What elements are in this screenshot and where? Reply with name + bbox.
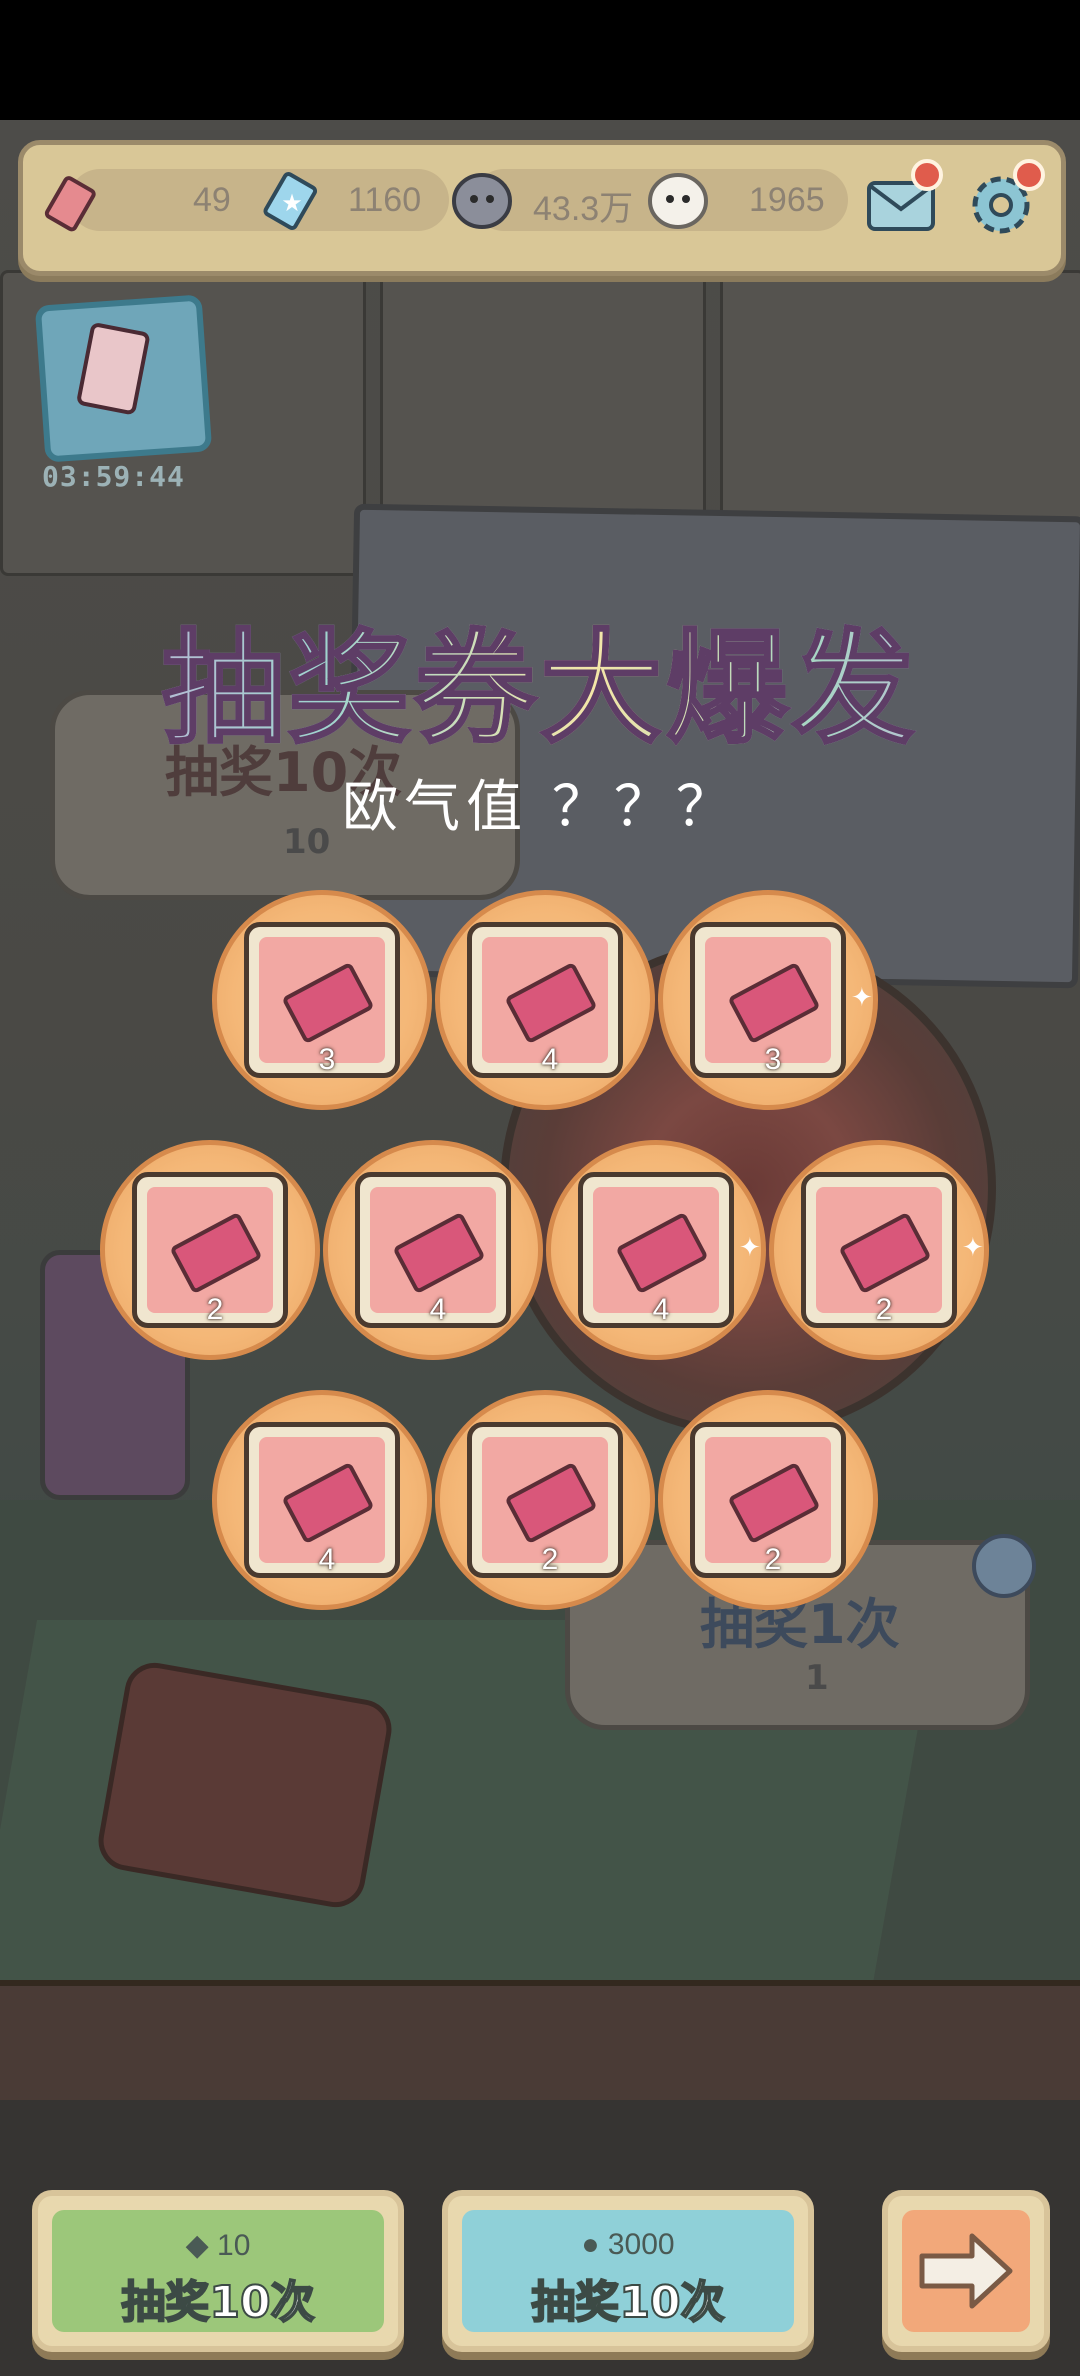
luck-value: 欧气值 ？？？	[342, 775, 738, 840]
soul-draw-cost-value: 3000	[607, 2228, 675, 2261]
reward-tile: 2	[132, 1172, 288, 1328]
ticket-draw-button[interactable]: ◆ 10 抽奖10次	[32, 2190, 404, 2352]
reward-count: 4	[318, 1543, 336, 1576]
reward-tile: 4	[244, 1422, 400, 1578]
ticket-draw-cost: ◆ 10	[52, 2228, 384, 2263]
next-button[interactable]	[882, 2190, 1050, 2352]
reward-slot: 4	[323, 1140, 543, 1360]
reward-tile: 3	[690, 922, 846, 1078]
mail-notification-dot	[911, 159, 943, 191]
table-edge	[0, 1980, 1080, 2106]
ticket-icon	[504, 961, 598, 1045]
arrow-right-icon	[919, 2233, 1013, 2309]
reward-slot: 3	[212, 890, 432, 1110]
reward-tile: 3	[244, 922, 400, 1078]
ticket-icon	[504, 1461, 598, 1545]
ticket-icon	[615, 1211, 709, 1295]
soul-draw-label: 抽奖10次	[530, 2276, 725, 2329]
reward-tile: 4	[467, 922, 623, 1078]
reward-count: 2	[541, 1543, 559, 1576]
reward-slot: 4 ✦	[546, 1140, 766, 1360]
light-soul-icon	[643, 167, 713, 237]
reward-count: 4	[429, 1293, 447, 1326]
event-timer: 03:59:44	[42, 460, 185, 493]
soul-draw-button[interactable]: ● 3000 抽奖10次	[442, 2190, 814, 2352]
next-button-face	[902, 2210, 1030, 2332]
reward-tile: 2	[801, 1172, 957, 1328]
ticket-icon	[727, 1461, 821, 1545]
reward-slot: 4	[435, 890, 655, 1110]
reward-slot: 2	[435, 1390, 655, 1610]
soul-draw-cost: ● 3000	[462, 2228, 794, 2262]
reward-count: 2	[206, 1293, 224, 1326]
arrow-circle-icon	[972, 1534, 1036, 1598]
reward-count: 4	[652, 1293, 670, 1326]
reward-slot: 2 ✦	[769, 1140, 989, 1360]
sparkle-icon: ✦	[739, 1233, 761, 1263]
soul-draw-button-face: ● 3000 抽奖10次	[462, 2210, 794, 2332]
dark-soul-count: 43.3万	[533, 190, 634, 228]
event-title: 抽奖券大爆发	[0, 590, 1080, 767]
ticket-icon	[838, 1211, 932, 1295]
ticket-icon	[281, 1461, 375, 1545]
light-soul-icon: ●	[581, 2228, 608, 2261]
svg-text:★: ★	[281, 189, 303, 217]
reward-tile: 4	[578, 1172, 734, 1328]
ticket-draw-label: 抽奖10次	[120, 2276, 315, 2329]
star-card-icon: ★	[259, 169, 325, 235]
reward-count: 3	[764, 1043, 782, 1076]
reward-tile: 2	[690, 1422, 846, 1578]
reward-slot: 3 ✦	[658, 890, 878, 1110]
reward-count: 3	[318, 1043, 336, 1076]
light-soul-count: 1965	[749, 181, 825, 219]
settings-notification-dot	[1013, 159, 1045, 191]
reward-tile: 4	[355, 1172, 511, 1328]
event-card[interactable]	[34, 294, 213, 463]
reward-tile: 2	[467, 1422, 623, 1578]
reward-count: 4	[541, 1043, 559, 1076]
resource-bar: 49 ★ 1160 43.3万 1965	[18, 140, 1066, 276]
ticket-icon: ◆	[185, 2229, 218, 2262]
reward-slot: 4	[212, 1390, 432, 1610]
ticket-count: 49	[193, 181, 231, 219]
sparkle-icon: ✦	[851, 983, 873, 1013]
ticket-icon	[43, 173, 103, 233]
one-draw-sign-cost: 1	[805, 1658, 829, 1698]
reward-count: 2	[764, 1543, 782, 1576]
sparkle-icon: ✦	[962, 1233, 984, 1263]
ticket-draw-cost-value: 10	[217, 2229, 251, 2262]
reward-slot: 2	[658, 1390, 878, 1610]
ticket-icon	[281, 961, 375, 1045]
ticket-icon	[727, 961, 821, 1045]
reward-slot: 2	[100, 1140, 320, 1360]
ticket-draw-button-face: ◆ 10 抽奖10次	[52, 2210, 384, 2332]
reward-count: 2	[875, 1293, 893, 1326]
star-count: 1160	[348, 181, 422, 219]
event-ticket-icon	[77, 323, 150, 415]
ticket-icon	[392, 1211, 486, 1295]
dark-soul-icon	[447, 167, 517, 237]
ticket-icon	[169, 1211, 263, 1295]
